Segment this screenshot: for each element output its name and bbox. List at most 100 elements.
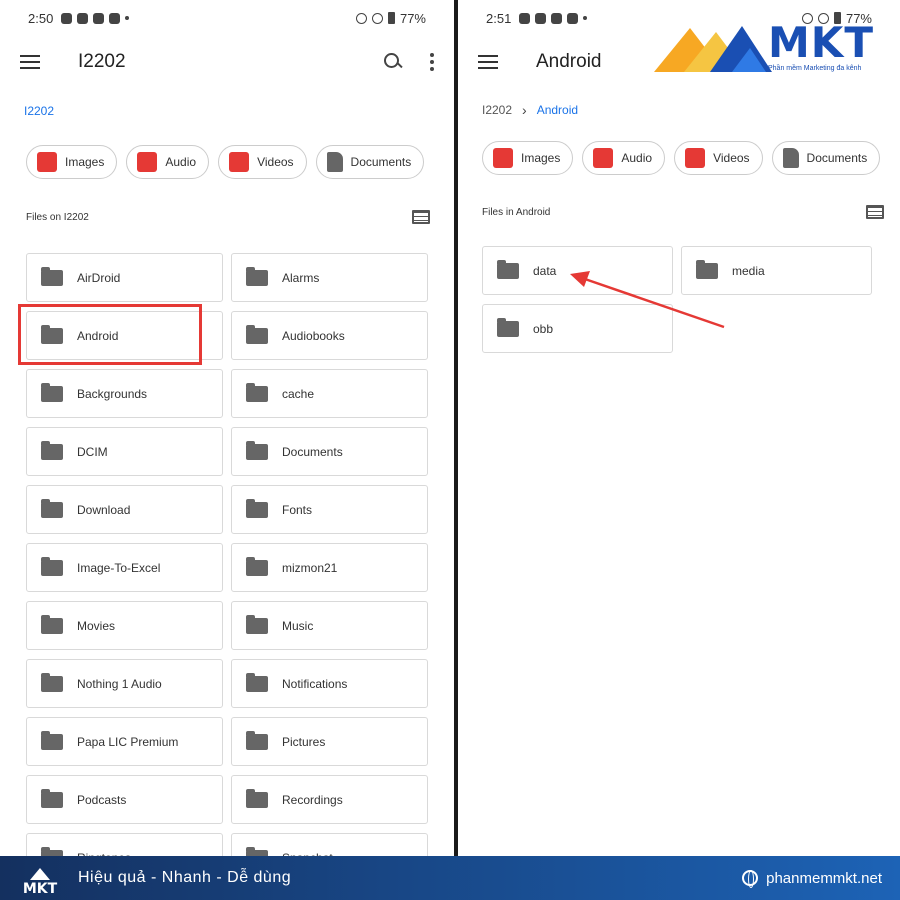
folder-icon [246, 556, 268, 576]
alarm-icon [355, 12, 367, 24]
folder-icon [246, 672, 268, 692]
app-bar-title: I2202 [78, 51, 126, 72]
brand-name: MKT [768, 18, 874, 67]
folder-grid: AirDroid Alarms Android Audiobooks Backgroun… [26, 253, 428, 856]
wifi-icon [371, 12, 383, 24]
brand-tagline: Phần mềm Marketing đa kênh [768, 65, 862, 72]
folder-label: Pictures [282, 734, 326, 749]
battery-icon [387, 12, 395, 24]
folder-item[interactable]: Recordings [231, 775, 428, 824]
folder-item[interactable]: Movies [26, 601, 223, 650]
folder-icon [41, 266, 63, 286]
website-link[interactable]: phanmemmkt.net [742, 869, 882, 888]
chip-videos[interactable]: Videos [218, 145, 307, 179]
folder-item[interactable]: Alarms [231, 253, 428, 302]
breadcrumb-current[interactable]: I2202 [24, 104, 54, 118]
folder-item[interactable]: Fonts [231, 485, 428, 534]
folder-icon [41, 440, 63, 460]
folder-label: Notifications [282, 676, 348, 691]
footer-slogan: Hiệu quả - Nhanh - Dễ dùng [78, 869, 292, 886]
notification-icons [61, 12, 130, 24]
folder-icon [246, 498, 268, 518]
brand-watermark: MKT Phần mềm Marketing đa kênh [654, 18, 886, 76]
folder-label: Papa LIC Premium [77, 734, 179, 749]
website-text: phanmemmkt.net [766, 869, 882, 887]
folder-item[interactable]: Backgrounds [26, 369, 223, 418]
folder-icon [41, 382, 63, 402]
folder-icon [41, 324, 63, 344]
folder-item[interactable]: Audiobooks [231, 311, 428, 360]
battery-level: 77% [399, 10, 426, 26]
folder-item[interactable]: AirDroid [26, 253, 223, 302]
phone-screen-left: 2:50 77% I2202 I2202 Images Audio Videos [0, 0, 454, 856]
mountain-icon [30, 868, 50, 880]
folder-label: Download [77, 502, 131, 517]
footer-banner: MKT Hiệu quả - Nhanh - Dễ dùng phanmemmk… [0, 856, 900, 900]
chip-label: Audio [165, 155, 197, 169]
folder-label: Android [77, 328, 119, 343]
folder-item[interactable]: Ringtones [26, 833, 223, 856]
clapperboard-icon [229, 152, 250, 172]
folder-item[interactable]: Android [26, 311, 223, 360]
folder-item[interactable]: Documents [231, 427, 428, 476]
folder-icon [246, 730, 268, 750]
chip-images[interactable]: Images [26, 145, 118, 179]
status-bar: 2:50 77% [0, 0, 454, 36]
annotation-arrow [570, 271, 725, 329]
mountains-logo-icon [654, 26, 772, 72]
folder-item[interactable]: Pictures [231, 717, 428, 766]
folder-icon [246, 788, 268, 808]
search-icon[interactable] [384, 53, 402, 71]
folder-label: Movies [77, 618, 116, 633]
folder-label: Alarms [282, 270, 320, 285]
folder-label: Music [282, 618, 314, 633]
folder-label: Podcasts [77, 792, 127, 807]
chip-documents[interactable]: Documents [315, 145, 425, 179]
folder-icon [41, 556, 63, 576]
folder-item[interactable]: Notifications [231, 659, 428, 708]
folder-item[interactable]: cache [231, 369, 428, 418]
list-view-icon[interactable] [412, 210, 430, 224]
footer-logo-text: MKT [22, 881, 58, 897]
document-icon [326, 152, 343, 172]
app-bar: I2202 [0, 38, 454, 86]
chip-label: Videos [257, 155, 294, 169]
status-time: 2:50 [28, 10, 54, 26]
folder-item[interactable]: Podcasts [26, 775, 223, 824]
folder-icon [41, 614, 63, 634]
folder-item[interactable]: mizmon21 [231, 543, 428, 592]
folder-item[interactable]: Music [231, 601, 428, 650]
folder-icon [41, 730, 63, 750]
chip-label: Images [65, 155, 105, 169]
screenshot-composite: 2:50 77% I2202 I2202 Images Audio Videos [0, 0, 900, 900]
section-header: Files on I2202 [26, 210, 430, 224]
chip-label: Documents [350, 155, 412, 169]
folder-label: DCIM [77, 444, 108, 459]
folder-label: AirDroid [77, 270, 121, 285]
category-chips: Images Audio Videos Documents [26, 145, 425, 179]
breadcrumb: I2202 [24, 104, 54, 118]
folder-icon [246, 382, 268, 402]
folder-item[interactable]: Download [26, 485, 223, 534]
folder-label: mizmon21 [282, 560, 338, 575]
folder-icon [246, 266, 268, 286]
folder-item[interactable]: DCIM [26, 427, 223, 476]
headphones-icon [137, 152, 158, 172]
folder-label: Recordings [282, 792, 343, 807]
section-label: Files on I2202 [26, 211, 89, 223]
folder-label: Nothing 1 Audio [77, 676, 162, 691]
globe-icon [742, 870, 759, 888]
folder-icon [41, 672, 63, 692]
folder-label: cache [282, 386, 315, 401]
chip-audio[interactable]: Audio [126, 145, 210, 179]
folder-label: Fonts [282, 502, 313, 517]
folder-item[interactable]: Snapchat [231, 833, 428, 856]
image-icon [37, 152, 57, 172]
folder-item[interactable]: Nothing 1 Audio [26, 659, 223, 708]
folder-icon [246, 614, 268, 634]
folder-item[interactable]: Image-To-Excel [26, 543, 223, 592]
system-icons: 77% [355, 10, 426, 26]
menu-icon[interactable] [20, 55, 40, 69]
more-options-icon[interactable] [430, 53, 434, 71]
folder-item[interactable]: Papa LIC Premium [26, 717, 223, 766]
